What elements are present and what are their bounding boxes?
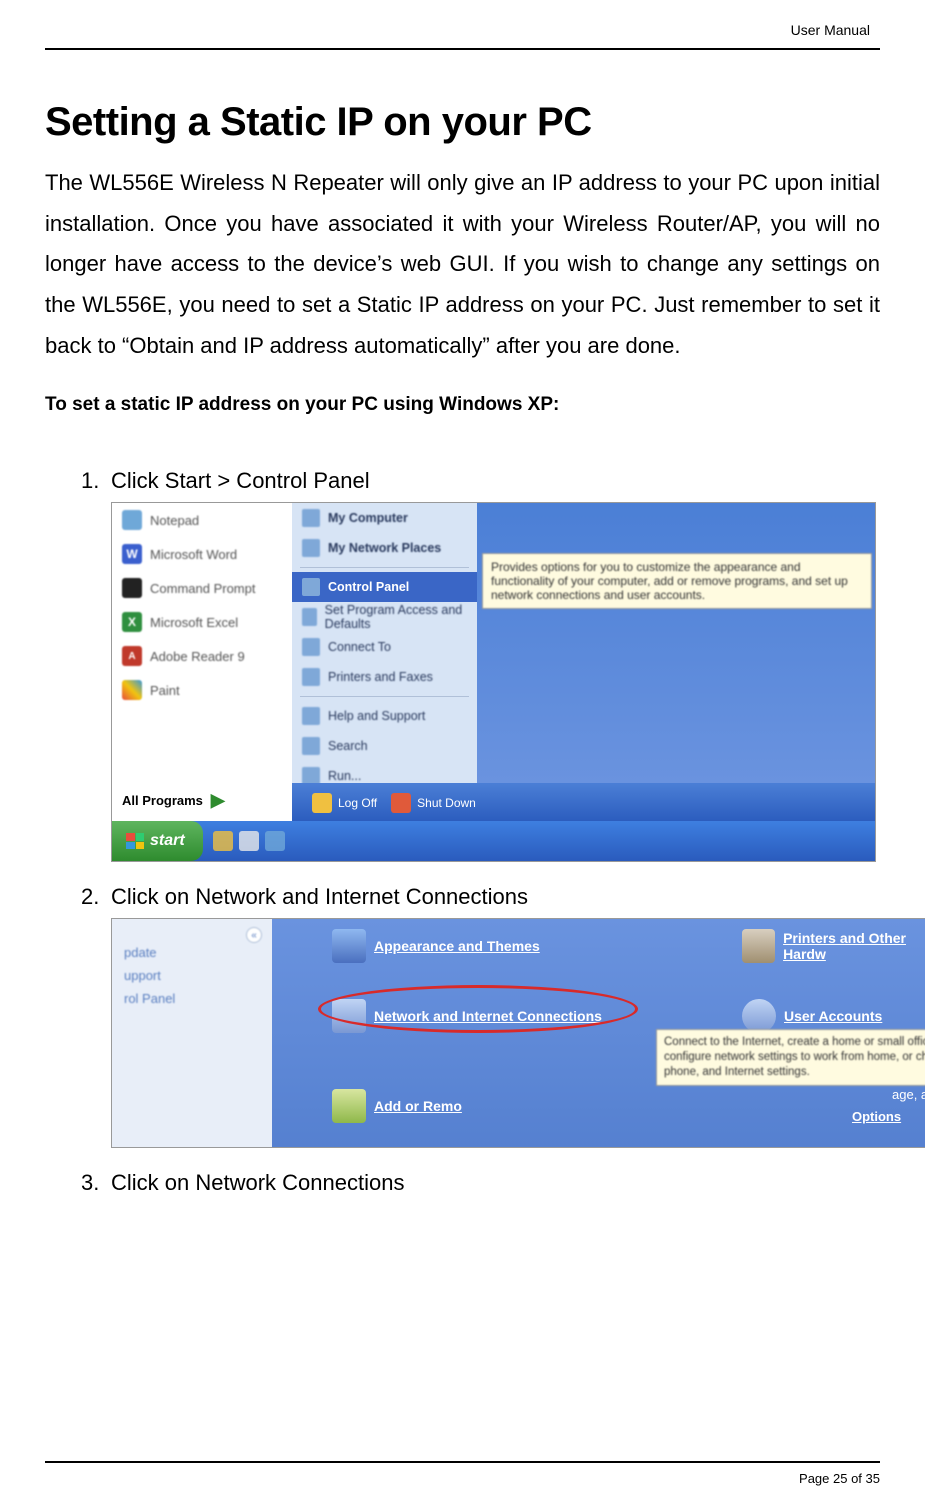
- excel-icon: X: [122, 612, 142, 632]
- printers-hardware-link[interactable]: Printers and Other Hardw: [742, 929, 925, 963]
- shutdown-icon: [391, 793, 411, 813]
- logoff-icon: [312, 793, 332, 813]
- start-item-adobe-reader[interactable]: AAdobe Reader 9: [112, 639, 292, 673]
- step-1: 1. Click Start > Control Panel Notepad W…: [81, 468, 880, 862]
- network-icon: [332, 999, 366, 1033]
- control-panel-side-pane: « pdate upport rol Panel: [112, 919, 272, 1148]
- start-item-paint[interactable]: Paint: [112, 673, 292, 707]
- options-cropped: Options: [852, 1109, 901, 1124]
- help-support[interactable]: Help and Support: [292, 701, 477, 731]
- page-number: Page 25 of 35: [45, 1471, 880, 1486]
- header-rule: [45, 48, 880, 50]
- start-menu-left-column: Notepad WMicrosoft Word Command Prompt X…: [112, 503, 292, 823]
- my-network-places[interactable]: My Network Places: [292, 533, 477, 563]
- screenshot-control-panel: « pdate upport rol Panel Appearance and …: [111, 918, 925, 1148]
- all-programs[interactable]: All Programs ▶: [122, 790, 225, 811]
- step-2-text: Click on Network and Internet Connection…: [111, 884, 528, 909]
- cmd-icon: [122, 578, 142, 598]
- logoff-button[interactable]: Log Off: [312, 793, 377, 813]
- printers-faxes[interactable]: Printers and Faxes: [292, 662, 477, 692]
- appearance-themes-link[interactable]: Appearance and Themes: [332, 929, 540, 963]
- step-3-text: Click on Network Connections: [111, 1170, 404, 1195]
- page-title: Setting a Static IP on your PC: [45, 100, 880, 145]
- printer-icon: [302, 668, 320, 686]
- quicklaunch-icon-3[interactable]: [265, 831, 285, 851]
- connect-to[interactable]: Connect To: [292, 632, 477, 662]
- help-icon: [302, 707, 320, 725]
- word-icon: W: [122, 544, 142, 564]
- computer-icon: [302, 509, 320, 527]
- quicklaunch: [203, 831, 285, 851]
- network-places-icon: [302, 539, 320, 557]
- control-panel-icon: [302, 578, 320, 596]
- network-tooltip: Connect to the Internet, create a home o…: [656, 1029, 925, 1086]
- collapse-icon[interactable]: «: [246, 927, 262, 943]
- step-3: 3. Click on Network Connections: [81, 1170, 880, 1196]
- taskbar: start: [112, 821, 876, 861]
- control-panel-categories: Appearance and Themes Network and Intern…: [272, 919, 925, 1148]
- connect-icon: [302, 638, 320, 656]
- side-link-panel[interactable]: rol Panel: [124, 991, 272, 1006]
- cropped-text: age, an: [892, 1087, 925, 1102]
- search[interactable]: Search: [292, 731, 477, 761]
- intro-paragraph: The WL556E Wireless N Repeater will only…: [45, 163, 880, 366]
- page-footer: Page 25 of 35: [45, 1461, 880, 1486]
- users-icon: [742, 999, 776, 1033]
- step-1-text: Click Start > Control Panel: [111, 468, 370, 493]
- desktop-background: [477, 503, 876, 783]
- start-button[interactable]: start: [112, 821, 203, 861]
- step-3-number: 3.: [81, 1170, 99, 1196]
- start-item-excel[interactable]: XMicrosoft Excel: [112, 605, 292, 639]
- chevron-right-icon: ▶: [211, 790, 225, 811]
- section-subhead: To set a static IP address on your PC us…: [45, 394, 880, 416]
- footer-rule: [45, 1461, 880, 1463]
- add-remove-programs-link[interactable]: Add or Remo: [332, 1089, 462, 1123]
- search-icon: [302, 737, 320, 755]
- quicklaunch-icon-2[interactable]: [239, 831, 259, 851]
- quicklaunch-icon-1[interactable]: [213, 831, 233, 851]
- add-remove-icon: [332, 1089, 366, 1123]
- paint-icon: [122, 680, 142, 700]
- control-panel-tooltip: Provides options for you to customize th…: [482, 553, 872, 609]
- start-item-command-prompt[interactable]: Command Prompt: [112, 571, 292, 605]
- control-panel[interactable]: Control Panel: [292, 572, 477, 602]
- logoff-bar: Log Off Shut Down: [292, 783, 876, 823]
- step-2-number: 2.: [81, 884, 99, 910]
- start-menu-right-column: My Computer My Network Places Control Pa…: [292, 503, 477, 823]
- header-label: User Manual: [45, 20, 880, 38]
- printers-icon: [742, 929, 775, 963]
- start-item-word[interactable]: WMicrosoft Word: [112, 537, 292, 571]
- adobe-icon: A: [122, 646, 142, 666]
- shutdown-button[interactable]: Shut Down: [391, 793, 476, 813]
- side-link-update[interactable]: pdate: [124, 945, 272, 960]
- program-access-icon: [302, 608, 317, 626]
- notepad-icon: [122, 510, 142, 530]
- step-1-number: 1.: [81, 468, 99, 494]
- step-2: 2. Click on Network and Internet Connect…: [81, 884, 880, 1148]
- my-computer[interactable]: My Computer: [292, 503, 477, 533]
- appearance-icon: [332, 929, 366, 963]
- start-item-notepad[interactable]: Notepad: [112, 503, 292, 537]
- screenshot-start-menu: Notepad WMicrosoft Word Command Prompt X…: [111, 502, 876, 862]
- side-link-support[interactable]: upport: [124, 968, 272, 983]
- windows-logo-icon: [126, 833, 144, 849]
- network-internet-link[interactable]: Network and Internet Connections: [332, 999, 602, 1033]
- set-program-access[interactable]: Set Program Access and Defaults: [292, 602, 477, 632]
- user-accounts-link[interactable]: User Accounts: [742, 999, 882, 1033]
